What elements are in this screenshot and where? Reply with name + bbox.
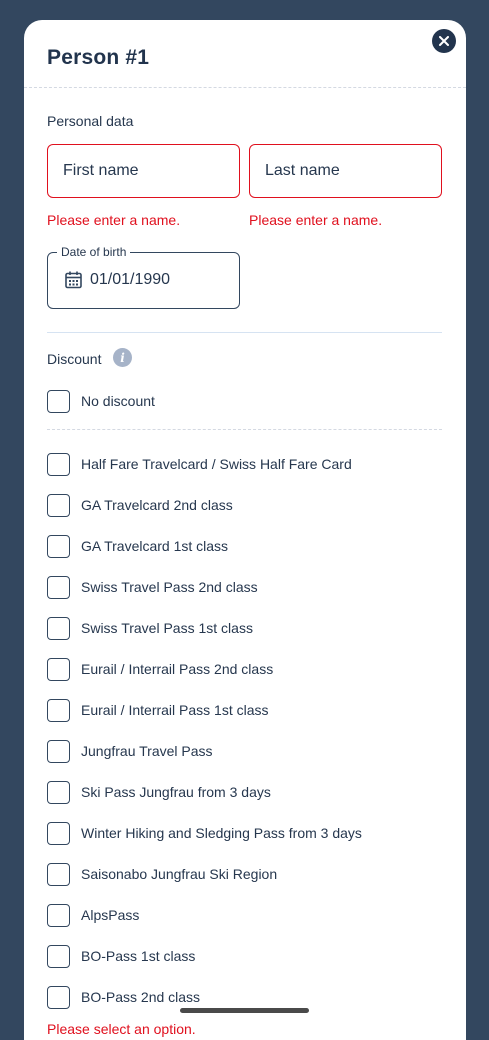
- discount-option[interactable]: AlpsPass: [47, 903, 139, 927]
- no-discount-label: No discount: [81, 393, 155, 409]
- discount-option-label: GA Travelcard 2nd class: [81, 497, 233, 513]
- checkbox[interactable]: [47, 862, 70, 886]
- checkbox[interactable]: [47, 780, 70, 804]
- discount-option[interactable]: Ski Pass Jungfrau from 3 days: [47, 780, 271, 804]
- discount-label: Discount: [47, 351, 102, 367]
- checkbox[interactable]: [47, 903, 70, 927]
- checkbox[interactable]: [47, 534, 70, 558]
- no-discount-option[interactable]: No discount: [47, 389, 155, 413]
- discount-option-label: AlpsPass: [81, 907, 140, 923]
- discount-option[interactable]: BO-Pass 1st class: [47, 944, 195, 968]
- header-divider: [24, 87, 466, 88]
- discount-option-label: GA Travelcard 1st class: [81, 538, 229, 554]
- discount-option[interactable]: GA Travelcard 1st class: [47, 534, 228, 558]
- date-of-birth-label: Date of birth: [57, 245, 131, 259]
- close-button[interactable]: [432, 29, 456, 53]
- checkbox[interactable]: [47, 739, 70, 763]
- section-divider: [47, 332, 442, 333]
- discount-option[interactable]: Swiss Travel Pass 1st class: [47, 616, 253, 640]
- discount-option[interactable]: Eurail / Interrail Pass 1st class: [47, 698, 269, 722]
- modal-title: Person #1: [47, 46, 150, 69]
- checkbox[interactable]: [47, 616, 70, 640]
- discount-option-label: BO-Pass 2nd class: [81, 989, 201, 1005]
- discount-option[interactable]: Winter Hiking and Sledging Pass from 3 d…: [47, 821, 362, 845]
- last-name-field[interactable]: Last name: [249, 144, 442, 198]
- checkbox[interactable]: [47, 821, 70, 845]
- checkbox[interactable]: [47, 575, 70, 599]
- person-modal: Person #1 Personal data First name Last …: [24, 20, 466, 1040]
- discount-option[interactable]: Swiss Travel Pass 2nd class: [47, 575, 258, 599]
- calendar-icon: [65, 271, 82, 289]
- info-icon[interactable]: i: [113, 348, 132, 367]
- last-name-placeholder: Last name: [265, 162, 340, 179]
- discount-option-label: BO-Pass 1st class: [81, 948, 196, 964]
- discount-option[interactable]: Eurail / Interrail Pass 2nd class: [47, 657, 273, 681]
- personal-data-label: Personal data: [47, 113, 134, 129]
- discount-divider: [47, 429, 442, 430]
- discount-option-label: Saisonabo Jungfrau Ski Region: [81, 866, 278, 882]
- first-name-error: Please enter a name.: [47, 212, 181, 228]
- discount-option[interactable]: Half Fare Travelcard / Swiss Half Fare C…: [47, 452, 352, 476]
- first-name-placeholder: First name: [63, 162, 139, 179]
- discount-option-label: Swiss Travel Pass 1st class: [81, 620, 253, 636]
- discount-option-label: Winter Hiking and Sledging Pass from 3 d…: [81, 825, 362, 841]
- checkbox[interactable]: [47, 389, 70, 413]
- discount-option-label: Ski Pass Jungfrau from 3 days: [81, 784, 271, 800]
- discount-option-label: Eurail / Interrail Pass 2nd class: [81, 661, 274, 677]
- discount-option-label: Jungfrau Travel Pass: [81, 743, 213, 759]
- discount-option-label: Swiss Travel Pass 2nd class: [81, 579, 258, 595]
- checkbox[interactable]: [47, 944, 70, 968]
- discount-option[interactable]: Saisonabo Jungfrau Ski Region: [47, 862, 277, 886]
- last-name-error: Please enter a name.: [249, 212, 383, 228]
- date-of-birth-value: 01/01/1990: [90, 271, 171, 288]
- checkbox[interactable]: [47, 493, 70, 517]
- discount-option-label: Eurail / Interrail Pass 1st class: [81, 702, 269, 718]
- checkbox[interactable]: [47, 698, 70, 722]
- discount-option[interactable]: GA Travelcard 2nd class: [47, 493, 233, 517]
- discount-option-label: Half Fare Travelcard / Swiss Half Fare C…: [81, 456, 352, 472]
- date-of-birth-field[interactable]: Date of birth 01/01/1990: [47, 245, 240, 309]
- home-indicator[interactable]: [180, 1008, 309, 1013]
- discount-error: Please select an option.: [47, 1021, 196, 1037]
- discount-option[interactable]: BO-Pass 2nd class: [47, 985, 200, 1009]
- checkbox[interactable]: [47, 985, 70, 1009]
- discount-option[interactable]: Jungfrau Travel Pass: [47, 739, 213, 763]
- checkbox[interactable]: [47, 452, 70, 476]
- first-name-field[interactable]: First name: [47, 144, 240, 198]
- close-icon: [439, 36, 449, 46]
- checkbox[interactable]: [47, 657, 70, 681]
